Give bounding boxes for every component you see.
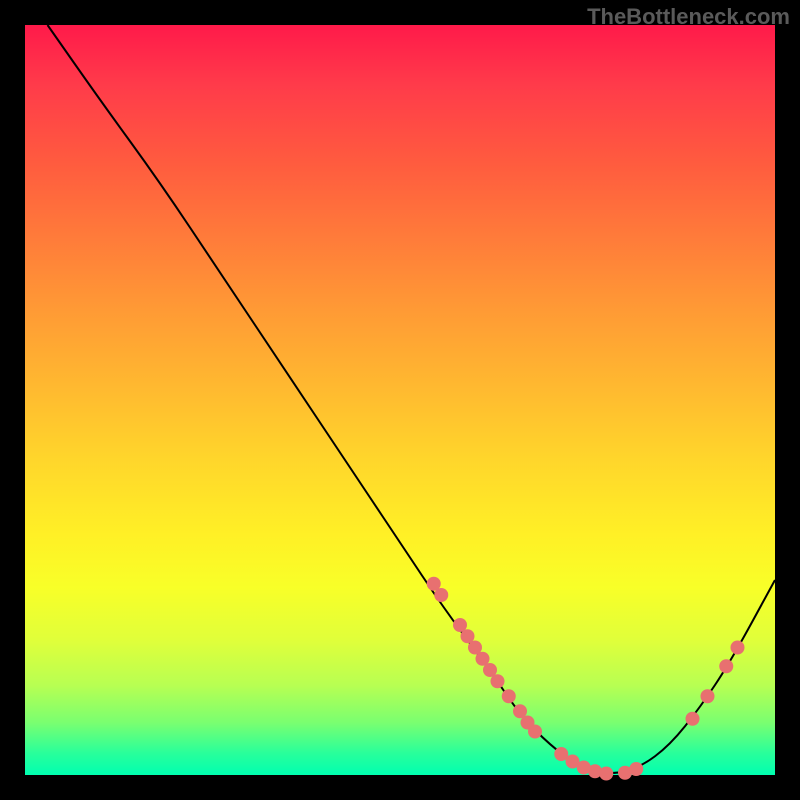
data-point-marker: [599, 767, 613, 781]
watermark-text: TheBottleneck.com: [587, 4, 790, 30]
data-point-marker: [686, 712, 700, 726]
data-point-marker: [528, 725, 542, 739]
bottleneck-curve-line: [48, 25, 776, 773]
data-point-marker: [731, 641, 745, 655]
data-point-marker: [434, 588, 448, 602]
data-point-marker: [701, 689, 715, 703]
data-point-markers: [427, 577, 745, 781]
data-point-marker: [629, 762, 643, 776]
chart-gradient-background: [25, 25, 775, 775]
data-point-marker: [502, 689, 516, 703]
bottleneck-chart: [25, 25, 775, 775]
data-point-marker: [719, 659, 733, 673]
data-point-marker: [491, 674, 505, 688]
